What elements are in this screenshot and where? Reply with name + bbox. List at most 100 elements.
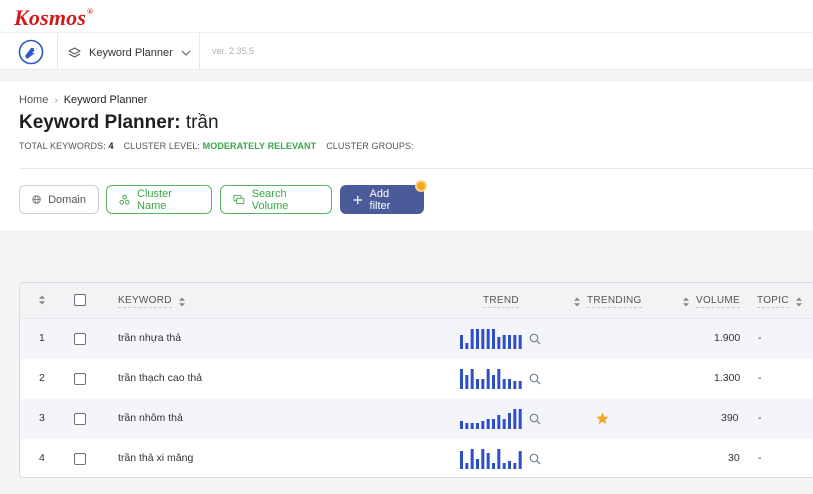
trend-bar — [492, 463, 495, 469]
trend-bar — [518, 381, 522, 389]
trend-bar — [476, 329, 479, 349]
trend-bar — [465, 463, 469, 469]
row-checkbox[interactable] — [74, 333, 86, 345]
trend-bar — [513, 335, 517, 349]
row-number: 4 — [39, 452, 45, 464]
column-volume[interactable]: VOLUME — [682, 295, 741, 308]
column-trend: TREND — [483, 295, 519, 308]
search-trend-icon[interactable] — [529, 453, 541, 465]
app-logo-icon[interactable] — [18, 39, 44, 65]
volume-icon — [233, 194, 245, 205]
cluster-level: CLUSTER LEVEL: MODERATELY RELEVANT — [123, 141, 317, 151]
trend-bar — [481, 449, 485, 469]
topic-cell: - — [758, 332, 762, 344]
trend-bar — [497, 369, 501, 389]
trend-bar — [508, 335, 511, 349]
trend-bar — [492, 419, 495, 429]
table-row[interactable]: 3 trần nhôm thả 390 - — [20, 399, 813, 439]
column-topic[interactable]: TOPIC — [757, 295, 803, 308]
product-selector[interactable]: Keyword Planner — [68, 44, 191, 62]
breadcrumb: Home › Keyword Planner — [19, 94, 147, 106]
row-number: 1 — [39, 332, 45, 344]
column-topic-label: TOPIC — [757, 295, 789, 308]
trend-bar — [486, 453, 490, 469]
trend-bar — [460, 451, 463, 469]
divider — [57, 33, 58, 71]
trend-bar — [502, 379, 506, 389]
keyword-cell[interactable]: trần thạch cao thả — [118, 372, 202, 384]
trend-bar — [502, 419, 506, 429]
volume-cell: 30 — [728, 452, 740, 464]
trending-star-icon — [596, 412, 609, 425]
sort-icon — [178, 297, 185, 306]
spacer — [0, 70, 813, 82]
row-checkbox[interactable] — [74, 413, 86, 425]
trend-bar — [465, 423, 469, 429]
registered-mark: ® — [87, 7, 94, 16]
trend-bar — [513, 381, 517, 389]
table-row[interactable]: 2 trần thạch cao thả 1.300 - — [20, 359, 813, 399]
row-number: 2 — [39, 372, 45, 384]
volume-cell: 1.300 — [714, 372, 741, 384]
keywords-table: KEYWORD TREND TRENDING VOLUME TOPIC 1 tr… — [19, 282, 813, 478]
trend-bar — [518, 335, 522, 349]
keyword-cell[interactable]: trần thả xi măng — [118, 452, 193, 464]
sort-index-button[interactable] — [38, 295, 46, 305]
trend-bar — [492, 329, 495, 349]
add-filter-button[interactable]: Add filter — [340, 185, 424, 214]
trend-bar — [497, 449, 501, 469]
trend-bar — [460, 421, 463, 429]
table-row[interactable]: 4 trần thả xi măng 30 - — [20, 439, 813, 477]
chevron-down-icon — [181, 50, 191, 56]
cluster-icon — [119, 194, 130, 205]
search-trend-icon[interactable] — [529, 413, 541, 425]
breadcrumb-current: Keyword Planner — [63, 94, 148, 106]
breadcrumb-home[interactable]: Home — [19, 94, 48, 106]
add-filter-label: Add filter — [369, 187, 391, 212]
column-keyword[interactable]: KEYWORD — [118, 295, 186, 308]
trend-bar — [508, 461, 511, 469]
topic-cell: - — [758, 412, 762, 424]
divider — [199, 33, 200, 71]
topic-cell: - — [758, 372, 762, 384]
sort-icon — [39, 295, 45, 305]
trend-bar — [486, 419, 490, 429]
trend-bar — [502, 463, 506, 469]
trend-sparkline — [460, 369, 522, 389]
trend-bar — [502, 335, 506, 349]
column-trending[interactable]: TRENDING — [573, 295, 642, 308]
row-checkbox[interactable] — [74, 453, 86, 465]
trend-bar — [508, 379, 511, 389]
keyword-cell[interactable]: trần nhôm thả — [118, 412, 183, 424]
trend-bar — [481, 379, 485, 389]
search-volume-filter-button[interactable]: Search Volume — [220, 185, 332, 214]
sort-icon — [574, 297, 580, 306]
trend-bar — [476, 379, 479, 389]
cluster-name-filter-button[interactable]: Cluster Name — [106, 185, 212, 214]
table-row[interactable]: 1 trần nhựa thả 1.900 - — [20, 319, 813, 359]
brand-logo[interactable]: Kosmos® — [14, 5, 93, 31]
trend-sparkline — [460, 329, 522, 349]
trend-bar — [470, 449, 474, 469]
page-title: Keyword Planner: trần — [19, 112, 219, 134]
cluster-name-filter-label: Cluster Name — [137, 187, 172, 212]
search-trend-icon[interactable] — [529, 333, 541, 345]
keyword-cell[interactable]: trần nhựa thả — [118, 332, 181, 344]
search-trend-icon[interactable] — [529, 373, 541, 385]
table-header: KEYWORD TREND TRENDING VOLUME TOPIC — [20, 283, 813, 319]
cluster-groups: CLUSTER GROUPS: — [326, 141, 414, 151]
select-all-checkbox[interactable] — [74, 294, 86, 306]
trend-bar — [497, 337, 501, 349]
globe-icon — [32, 195, 41, 204]
trend-bar — [465, 343, 469, 349]
trend-bar — [518, 409, 522, 429]
row-checkbox[interactable] — [74, 373, 86, 385]
trend-bar — [465, 375, 469, 389]
notification-dot-icon — [415, 180, 427, 192]
domain-filter-button[interactable]: Domain — [19, 185, 99, 214]
product-name: Keyword Planner — [89, 47, 173, 59]
trend-bar — [470, 329, 474, 349]
trend-bar — [460, 335, 463, 349]
trend-bar — [513, 409, 517, 429]
column-trending-label: TRENDING — [587, 295, 642, 308]
